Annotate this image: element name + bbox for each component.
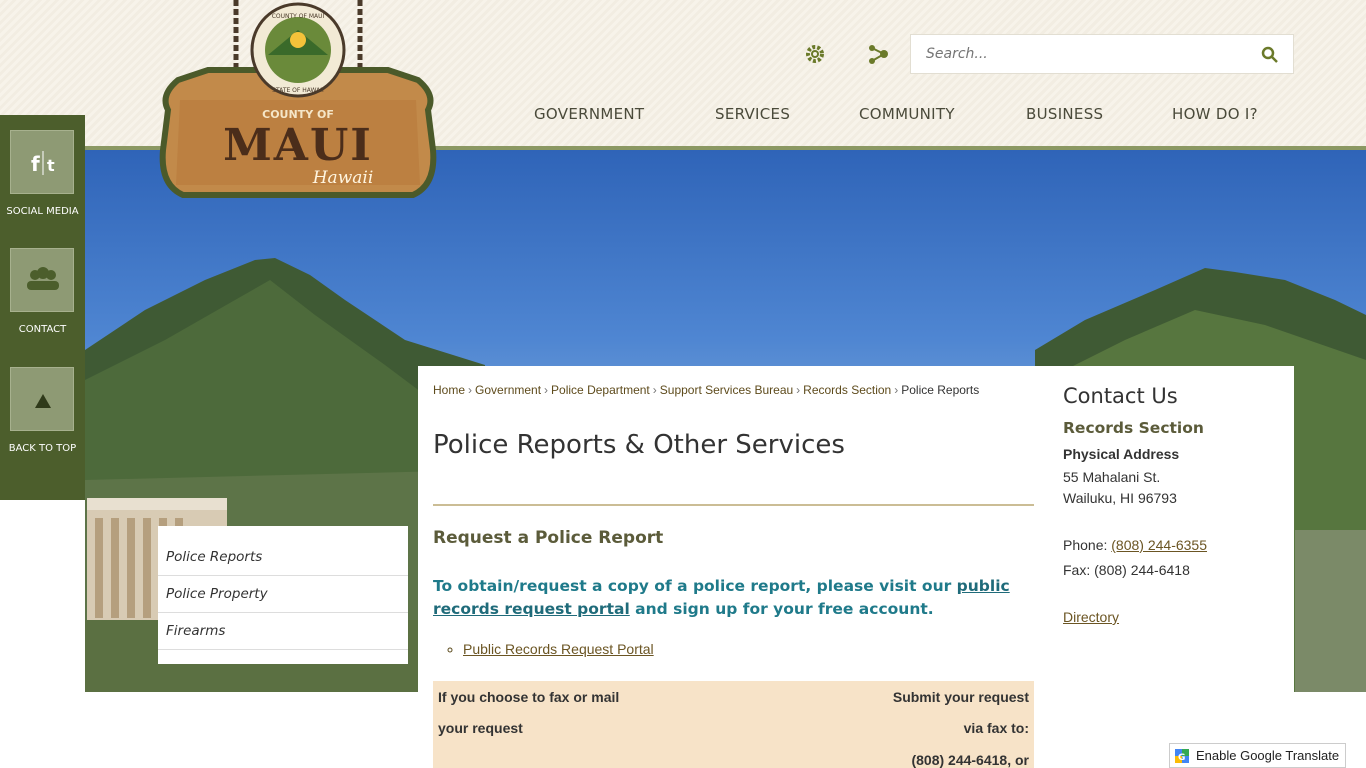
- intro-after: and sign up for your free account.: [629, 600, 934, 618]
- svg-text:t: t: [47, 156, 55, 175]
- contact-label: CONTACT: [18, 324, 67, 335]
- people-icon: [27, 267, 59, 290]
- contact-button[interactable]: [10, 248, 74, 312]
- arrow-up-icon: [35, 394, 51, 408]
- nav-community[interactable]: COMMUNITY: [859, 105, 955, 123]
- breadcrumb: Home › Government › Police Department › Suppor…: [433, 383, 980, 397]
- svg-text:f: f: [31, 152, 40, 176]
- seal-bottom-text: STATE OF HAWAII: [272, 87, 324, 94]
- fax-right-line1: Submit your request: [892, 689, 1029, 705]
- svg-text:G: G: [1178, 753, 1185, 763]
- address-line2: Wailuku, HI 96793: [1063, 490, 1177, 506]
- share-icon[interactable]: [867, 42, 891, 66]
- main-content: Home › Government › Police Department › Suppor…: [418, 366, 1294, 768]
- directory-link[interactable]: Directory: [1063, 609, 1119, 625]
- translate-label: Enable Google Translate: [1196, 748, 1340, 763]
- fax-left-line2: your request: [438, 720, 523, 736]
- contact-heading: Contact Us: [1063, 384, 1178, 408]
- main-nav: GOVERNMENT SERVICES COMMUNITY BUSINESS H…: [500, 105, 1300, 129]
- address-line1: 55 Mahalani St.: [1063, 469, 1161, 485]
- title-divider: [433, 504, 1034, 506]
- social-icon: ft: [31, 151, 55, 176]
- phone-link[interactable]: (808) 244-6355: [1111, 537, 1207, 553]
- logo-hawaii: Hawaii: [312, 168, 374, 188]
- directory-line: Directory: [1063, 609, 1119, 625]
- search-input[interactable]: [911, 35, 1251, 73]
- section-heading: Request a Police Report: [433, 528, 664, 548]
- search-icon[interactable]: [1261, 46, 1279, 64]
- breadcrumb-government[interactable]: Government: [475, 383, 541, 397]
- nav-services[interactable]: SERVICES: [715, 105, 790, 123]
- google-translate-button[interactable]: G Enable Google Translate: [1169, 743, 1346, 768]
- google-translate-icon: G: [1175, 749, 1189, 763]
- contact-dept: Records Section: [1063, 419, 1204, 437]
- link-list: Public Records Request Portal: [463, 641, 654, 657]
- fax-mail-table: If you choose to fax or mail your reques…: [433, 681, 1034, 768]
- phone-label: Phone:: [1063, 537, 1112, 553]
- list-item: Public Records Request Portal: [463, 641, 654, 657]
- fax-right-line2: via fax to:: [963, 720, 1029, 736]
- intro-before: To obtain/request a copy of a police rep…: [433, 577, 957, 595]
- subnav-police-property[interactable]: Police Property: [158, 576, 408, 613]
- fax-line: Fax: (808) 244-6418: [1063, 562, 1190, 578]
- section-subnav: Police Reports Police Property Firearms: [158, 526, 408, 664]
- search-box: [910, 34, 1294, 74]
- fax-right-line3: (808) 244-6418, or: [911, 752, 1029, 768]
- gear-icon[interactable]: [803, 42, 827, 66]
- subnav-police-reports[interactable]: Police Reports: [158, 539, 408, 576]
- social-media-button[interactable]: ft: [10, 130, 74, 194]
- seal-top-text: COUNTY OF MAUI: [272, 13, 325, 20]
- county-logo[interactable]: COUNTY OF MAUI Hawaii COUNTY OF MAUI STA…: [158, 0, 438, 205]
- logo-maui: MAUI: [223, 120, 373, 171]
- phone-line: Phone: (808) 244-6355: [1063, 537, 1207, 553]
- nav-how-do-i[interactable]: HOW DO I?: [1172, 105, 1258, 123]
- breadcrumb-current: Police Reports: [901, 383, 980, 397]
- nav-government[interactable]: GOVERNMENT: [534, 105, 644, 123]
- page-title: Police Reports & Other Services: [433, 430, 845, 460]
- social-media-label: SOCIAL MEDIA: [6, 206, 79, 217]
- subnav-firearms[interactable]: Firearms: [158, 613, 408, 650]
- fax-left-line1: If you choose to fax or mail: [438, 689, 620, 705]
- breadcrumb-records-section[interactable]: Records Section: [803, 383, 891, 397]
- breadcrumb-police-department[interactable]: Police Department: [551, 383, 650, 397]
- nav-business[interactable]: BUSINESS: [1026, 105, 1103, 123]
- back-to-top-label: BACK TO TOP: [8, 443, 77, 454]
- back-to-top-button[interactable]: [10, 367, 74, 431]
- portal-link[interactable]: Public Records Request Portal: [463, 641, 654, 657]
- address-label: Physical Address: [1063, 446, 1180, 462]
- breadcrumb-support-services[interactable]: Support Services Bureau: [660, 383, 793, 397]
- left-rail: ft SOCIAL MEDIA CONTACT BACK TO TOP: [0, 115, 85, 500]
- intro-text: To obtain/request a copy of a police rep…: [433, 575, 1033, 621]
- breadcrumb-home[interactable]: Home: [433, 383, 465, 397]
